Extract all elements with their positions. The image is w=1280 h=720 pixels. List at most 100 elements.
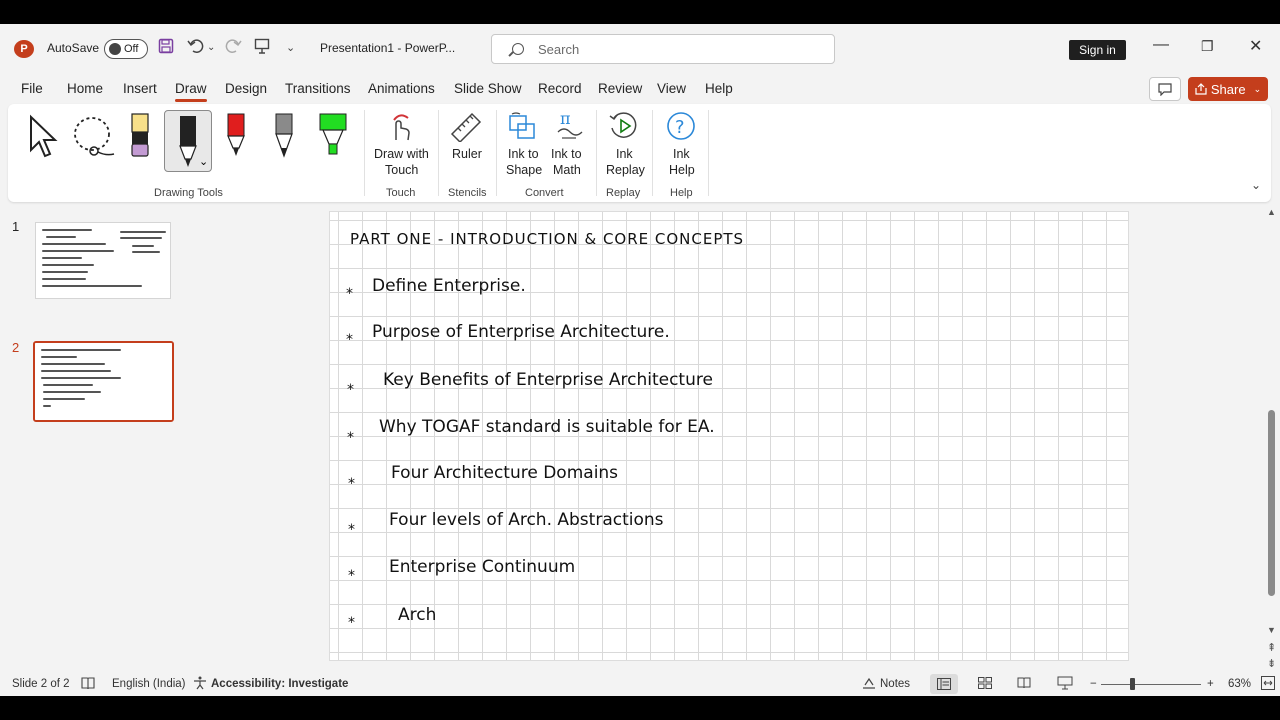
tab-view[interactable]: View: [657, 81, 686, 96]
customize-toolbar-icon[interactable]: ⌄: [286, 41, 295, 54]
slide-thumbnail-2[interactable]: [33, 341, 174, 422]
tab-help[interactable]: Help: [705, 81, 733, 96]
group-label-replay: Replay: [606, 187, 641, 199]
slide-number-2: 2: [12, 340, 20, 355]
tab-transitions[interactable]: Transitions: [285, 81, 351, 96]
previous-slide-icon[interactable]: ⇞: [1267, 641, 1276, 654]
bullet-marker-8: *: [348, 615, 355, 631]
bullet-marker-3: *: [347, 382, 354, 398]
autosave-toggle[interactable]: Off: [104, 39, 148, 59]
bullet-marker-1: *: [346, 286, 353, 302]
draw-with-touch-icon[interactable]: [388, 112, 414, 147]
group-label-convert: Convert: [525, 187, 564, 199]
comment-icon: [1158, 82, 1172, 96]
redo-icon[interactable]: [224, 38, 242, 58]
scroll-thumb[interactable]: [1268, 410, 1275, 596]
svg-text:?: ?: [675, 117, 685, 138]
bullet-marker-2: *: [346, 332, 353, 348]
restore-button[interactable]: ❐: [1201, 38, 1214, 55]
tab-review[interactable]: Review: [598, 81, 642, 96]
fit-to-window-icon[interactable]: [1261, 676, 1275, 693]
ink-replay-icon[interactable]: [608, 110, 640, 147]
tab-draw[interactable]: Draw: [175, 81, 207, 102]
accessibility-status[interactable]: Accessibility: Investigate: [211, 678, 348, 690]
draw-with-touch-label-1: Draw with: [374, 147, 429, 161]
minimize-button[interactable]: —: [1153, 36, 1169, 54]
bullet-marker-7: *: [348, 568, 355, 584]
slide-item-1: Define Enterprise.: [372, 276, 526, 296]
highlighter-yellow-icon[interactable]: [130, 112, 152, 165]
language-indicator[interactable]: English (India): [112, 678, 186, 690]
scroll-down-icon[interactable]: ▼: [1267, 625, 1276, 635]
tab-record[interactable]: Record: [538, 81, 582, 96]
tab-insert[interactable]: Insert: [123, 81, 157, 96]
slide-thumbnails-panel: 1 2: [0, 209, 192, 679]
notes-icon[interactable]: [862, 676, 876, 693]
ruler-icon[interactable]: [450, 112, 482, 147]
ink-to-math-icon[interactable]: π: [554, 109, 584, 147]
accessibility-icon[interactable]: [193, 676, 207, 693]
ink-to-shape-label-1: Ink to: [508, 147, 539, 161]
undo-icon[interactable]: [187, 38, 205, 58]
ink-to-shape-label-2: Shape: [506, 163, 543, 177]
slide-thumbnail-1[interactable]: [35, 222, 171, 299]
powerpoint-logo-icon: P: [14, 40, 34, 58]
normal-view-button[interactable]: [930, 674, 958, 694]
ribbon-collapse-chevron-icon[interactable]: ⌄: [1251, 178, 1261, 192]
comments-button[interactable]: [1149, 77, 1181, 101]
lasso-select-icon[interactable]: [70, 114, 118, 165]
spelling-check-icon[interactable]: [81, 676, 95, 693]
ruler-label: Ruler: [452, 147, 482, 161]
save-icon[interactable]: [158, 38, 174, 58]
menu-bar: File Home Insert Draw Design Transitions…: [0, 76, 1280, 102]
search-box[interactable]: Search: [491, 34, 835, 64]
sign-in-button[interactable]: Sign in: [1069, 40, 1126, 60]
document-title: Presentation1 - PowerP...: [320, 41, 456, 55]
slide-item-7: Enterprise Continuum: [389, 557, 576, 577]
undo-dropdown-icon[interactable]: ⌄: [207, 42, 215, 53]
slide-sorter-icon[interactable]: [978, 677, 992, 692]
pen-options-chevron-icon[interactable]: ⌄: [199, 155, 208, 168]
ribbon-separator: [652, 110, 653, 196]
group-label-stencils: Stencils: [448, 187, 487, 199]
tab-design[interactable]: Design: [225, 81, 267, 96]
reading-view-icon[interactable]: [1017, 677, 1031, 692]
search-placeholder: Search: [538, 41, 580, 57]
zoom-out-button[interactable]: −: [1090, 678, 1097, 690]
select-cursor-icon[interactable]: [28, 114, 60, 163]
ink-help-icon[interactable]: ?: [665, 110, 697, 147]
tab-slide-show[interactable]: Slide Show: [454, 81, 522, 96]
notes-button[interactable]: Notes: [880, 678, 910, 690]
pen-black-selected[interactable]: ⌄: [164, 110, 212, 172]
scroll-up-icon[interactable]: ▲: [1267, 207, 1276, 217]
slide-canvas[interactable]: PART ONE - INTRODUCTION & CORE CONCEPTS …: [329, 211, 1129, 661]
vertical-scrollbar[interactable]: ▲ ▼ ⇞ ⇟: [1263, 205, 1279, 677]
toggle-knob: [109, 43, 121, 55]
search-icon: [512, 43, 524, 55]
slideshow-view-icon[interactable]: [1057, 676, 1073, 693]
close-button[interactable]: ✕: [1249, 36, 1262, 56]
ribbon-separator: [708, 110, 709, 196]
highlighter-green-icon[interactable]: [318, 112, 348, 165]
slide-heading: PART ONE - INTRODUCTION & CORE CONCEPTS: [350, 230, 745, 248]
tab-file[interactable]: File: [21, 81, 43, 96]
share-label: Share: [1210, 81, 1246, 97]
ribbon: ⌄ Drawing Tools Draw with Touch Touch Ru…: [8, 104, 1271, 202]
share-icon: [1195, 83, 1207, 95]
zoom-slider-thumb[interactable]: [1130, 678, 1135, 690]
group-label-help: Help: [670, 187, 693, 199]
ink-replay-label-1: Ink: [616, 147, 633, 161]
autosave-label: AutoSave: [47, 41, 100, 55]
zoom-slider-track[interactable]: [1101, 684, 1201, 685]
next-slide-icon[interactable]: ⇟: [1267, 657, 1276, 670]
zoom-in-button[interactable]: +: [1207, 678, 1214, 690]
zoom-percent[interactable]: 63%: [1228, 678, 1251, 690]
ink-to-shape-icon[interactable]: [508, 112, 538, 147]
slide-item-2: Purpose of Enterprise Architecture.: [372, 322, 670, 342]
tab-animations[interactable]: Animations: [368, 81, 435, 96]
share-button[interactable]: Share ⌄: [1188, 77, 1268, 101]
pen-red-icon[interactable]: [226, 112, 246, 165]
present-icon[interactable]: [254, 38, 271, 58]
pencil-gray-icon[interactable]: [274, 112, 294, 165]
tab-home[interactable]: Home: [67, 81, 103, 96]
